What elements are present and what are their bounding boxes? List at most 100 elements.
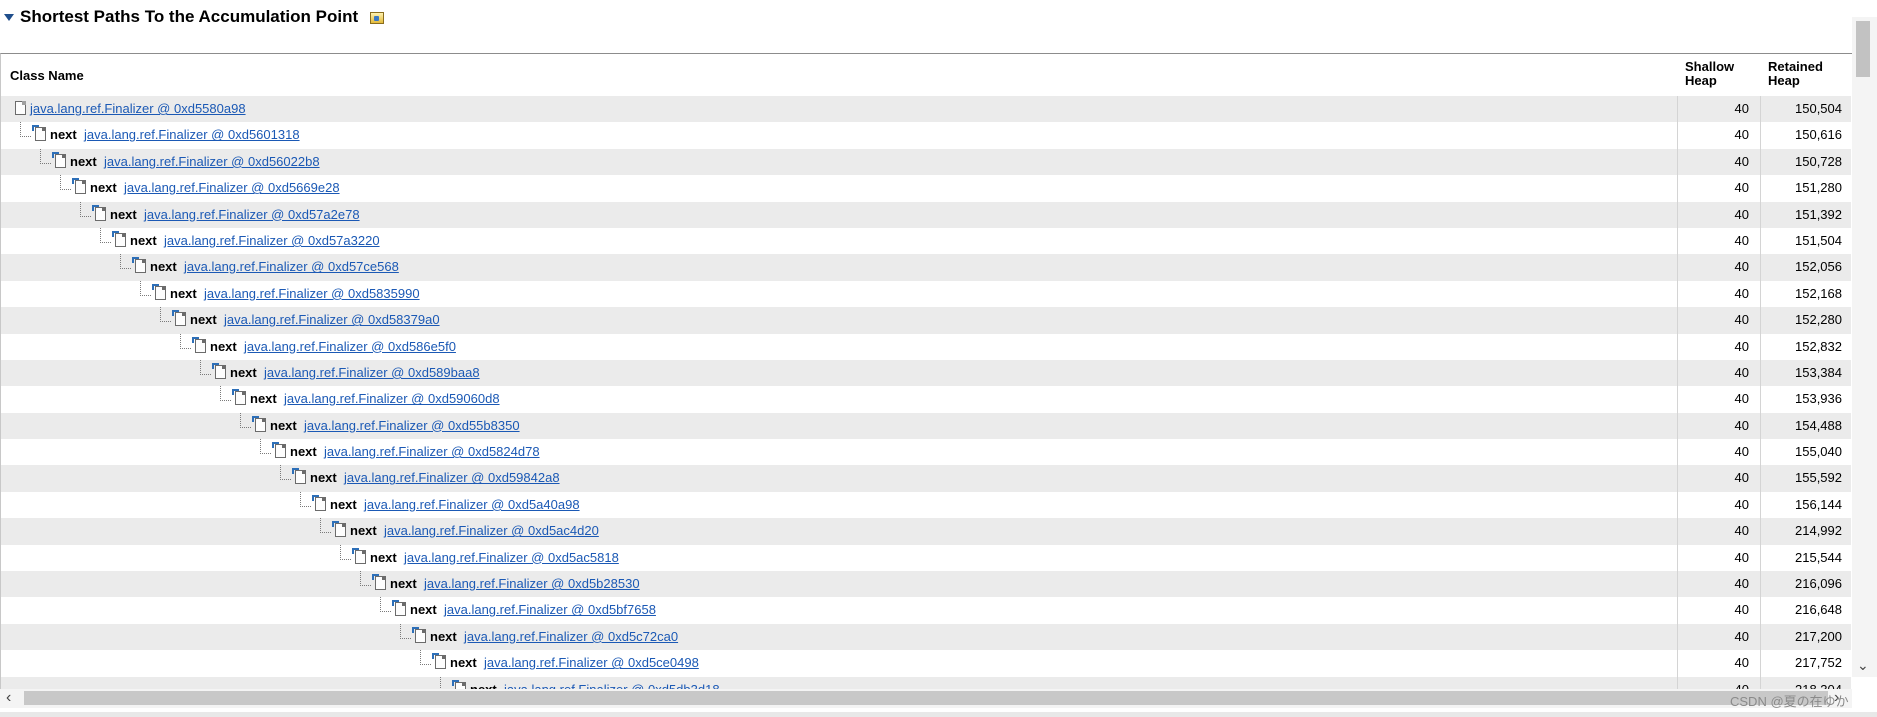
shallow-heap-cell: 40: [1677, 201, 1759, 228]
table-row[interactable]: next java.lang.ref.Finalizer @ 0xd59842a8…: [1, 465, 1851, 492]
field-name: next: [310, 470, 337, 486]
shallow-heap-cell: 40: [1677, 597, 1759, 624]
field-name: next: [390, 576, 417, 592]
object-link[interactable]: java.lang.ref.Finalizer @ 0xd5669e28: [124, 180, 340, 195]
table-row[interactable]: next java.lang.ref.Finalizer @ 0xd5a40a98…: [1, 491, 1851, 519]
table-row[interactable]: next java.lang.ref.Finalizer @ 0xd55b8350…: [1, 412, 1851, 440]
retained-heap-cell: 151,280: [1760, 175, 1851, 202]
table-row[interactable]: next java.lang.ref.Finalizer @ 0xd5c72ca0…: [1, 623, 1851, 651]
table-row[interactable]: next java.lang.ref.Finalizer @ 0xd59060d8…: [1, 386, 1851, 413]
object-link[interactable]: java.lang.ref.Finalizer @ 0xd57ce568: [184, 259, 399, 274]
retained-heap-cell: 151,392: [1760, 201, 1851, 228]
object-link[interactable]: java.lang.ref.Finalizer @ 0xd5ac5818: [404, 550, 619, 565]
retained-heap-cell: 215,544: [1760, 544, 1851, 572]
object-icon: [112, 230, 126, 247]
object-link[interactable]: java.lang.ref.Finalizer @ 0xd57a2e78: [144, 207, 360, 222]
object-icon: [312, 494, 326, 511]
retained-heap-cell: 216,096: [1760, 571, 1851, 598]
class-name-cell: java.lang.ref.Finalizer @ 0xd5580a98: [1, 96, 1676, 122]
shallow-heap-cell: 40: [1677, 359, 1759, 387]
horizontal-scrollbar[interactable]: ‹ ›: [0, 689, 1852, 708]
table-row[interactable]: next java.lang.ref.Finalizer @ 0xd57a3220…: [1, 227, 1851, 255]
object-link[interactable]: java.lang.ref.Finalizer @ 0xd5b28530: [424, 576, 640, 591]
object-icon: [292, 468, 306, 485]
vertical-scrollbar[interactable]: ⌄: [1852, 17, 1877, 677]
object-icon: [452, 679, 466, 689]
export-icon[interactable]: [370, 12, 384, 24]
object-icon: [352, 547, 366, 564]
table-row[interactable]: java.lang.ref.Finalizer @ 0xd5580a98 40 15…: [1, 96, 1851, 123]
field-name: next: [230, 364, 257, 380]
tree-connector: [180, 333, 191, 349]
field-name: next: [130, 232, 157, 248]
table-row[interactable]: next java.lang.ref.Finalizer @ 0xd5835990…: [1, 280, 1851, 308]
object-link[interactable]: java.lang.ref.Finalizer @ 0xd5db3d18: [504, 682, 720, 689]
object-link[interactable]: java.lang.ref.Finalizer @ 0xd5ce0498: [484, 655, 699, 670]
field-name: next: [330, 496, 357, 512]
field-name: next: [450, 655, 477, 671]
collapse-triangle-icon[interactable]: [4, 14, 14, 21]
object-icon: [72, 178, 86, 195]
object-link[interactable]: java.lang.ref.Finalizer @ 0xd55b8350: [304, 418, 520, 433]
table-row[interactable]: next java.lang.ref.Finalizer @ 0xd5601318…: [1, 122, 1851, 149]
table-row[interactable]: next java.lang.ref.Finalizer @ 0xd5ce0498…: [1, 650, 1851, 677]
table-header: Class Name Shallow Heap Retained Heap: [1, 54, 1851, 96]
object-link[interactable]: java.lang.ref.Finalizer @ 0xd5580a98: [30, 101, 246, 116]
retained-heap-cell: 154,488: [1760, 412, 1851, 440]
horizontal-scroll-thumb[interactable]: [24, 691, 1828, 705]
object-link[interactable]: java.lang.ref.Finalizer @ 0xd59842a8: [344, 470, 560, 485]
object-link[interactable]: java.lang.ref.Finalizer @ 0xd59060d8: [284, 391, 500, 406]
class-name-cell: next java.lang.ref.Finalizer @ 0xd5ac5818: [1, 544, 1676, 571]
object-icon: [92, 204, 106, 221]
tree-connector: [240, 412, 251, 428]
table-row[interactable]: next java.lang.ref.Finalizer @ 0xd589baa8…: [1, 359, 1851, 387]
tree-connector: [400, 623, 411, 639]
table-row[interactable]: next java.lang.ref.Finalizer @ 0xd5ac4d20…: [1, 518, 1851, 545]
class-name-cell: next java.lang.ref.Finalizer @ 0xd5b28530: [1, 571, 1676, 597]
table-row[interactable]: next java.lang.ref.Finalizer @ 0xd56022b8…: [1, 148, 1851, 176]
table-row[interactable]: next java.lang.ref.Finalizer @ 0xd5669e28…: [1, 175, 1851, 202]
field-name: next: [290, 444, 317, 460]
table-row[interactable]: next java.lang.ref.Finalizer @ 0xd58379a0…: [1, 307, 1851, 334]
object-link[interactable]: java.lang.ref.Finalizer @ 0xd57a3220: [164, 233, 380, 248]
object-link[interactable]: java.lang.ref.Finalizer @ 0xd5a40a98: [364, 497, 580, 512]
table-row[interactable]: next java.lang.ref.Finalizer @ 0xd5b28530…: [1, 571, 1851, 598]
table-row[interactable]: next java.lang.ref.Finalizer @ 0xd5bf7658…: [1, 597, 1851, 624]
shallow-heap-cell: 40: [1677, 280, 1759, 308]
vertical-scroll-thumb[interactable]: [1856, 21, 1870, 77]
tree-connector: [340, 544, 351, 560]
shallow-heap-cell: 40: [1677, 96, 1759, 123]
table-row[interactable]: next java.lang.ref.Finalizer @ 0xd5ac5818…: [1, 544, 1851, 572]
shallow-heap-cell: 40: [1677, 491, 1759, 519]
class-name-cell: next java.lang.ref.Finalizer @ 0xd5824d78: [1, 439, 1676, 465]
scroll-down-arrow-icon[interactable]: ⌄: [1857, 657, 1869, 674]
scroll-left-arrow-icon[interactable]: ‹: [6, 689, 11, 707]
object-link[interactable]: java.lang.ref.Finalizer @ 0xd5ac4d20: [384, 523, 599, 538]
object-link[interactable]: java.lang.ref.Finalizer @ 0xd589baa8: [264, 365, 480, 380]
object-icon: [412, 626, 426, 643]
class-name-cell: next java.lang.ref.Finalizer @ 0xd5835990: [1, 280, 1676, 307]
column-header-shallow-heap[interactable]: Shallow Heap: [1685, 60, 1755, 88]
object-link[interactable]: java.lang.ref.Finalizer @ 0xd5c72ca0: [464, 629, 678, 644]
table-row[interactable]: next java.lang.ref.Finalizer @ 0xd5db3d18…: [1, 676, 1851, 689]
table-row[interactable]: next java.lang.ref.Finalizer @ 0xd57ce568…: [1, 254, 1851, 281]
object-link[interactable]: java.lang.ref.Finalizer @ 0xd5bf7658: [444, 602, 656, 617]
object-link[interactable]: java.lang.ref.Finalizer @ 0xd5835990: [204, 286, 420, 301]
object-link[interactable]: java.lang.ref.Finalizer @ 0xd5824d78: [324, 444, 540, 459]
retained-heap-cell: 152,056: [1760, 254, 1851, 281]
column-header-class-name[interactable]: Class Name: [10, 68, 84, 83]
tree-connector: [20, 122, 31, 138]
object-link[interactable]: java.lang.ref.Finalizer @ 0xd56022b8: [104, 154, 320, 169]
field-name: next: [110, 206, 137, 222]
object-link[interactable]: java.lang.ref.Finalizer @ 0xd58379a0: [224, 312, 440, 327]
shallow-heap-cell: 40: [1677, 623, 1759, 651]
object-link[interactable]: java.lang.ref.Finalizer @ 0xd5601318: [84, 127, 300, 142]
table-row[interactable]: next java.lang.ref.Finalizer @ 0xd5824d78…: [1, 439, 1851, 466]
object-icon: [392, 600, 406, 617]
object-link[interactable]: java.lang.ref.Finalizer @ 0xd586e5f0: [244, 339, 456, 354]
field-name: next: [210, 338, 237, 354]
table-row[interactable]: next java.lang.ref.Finalizer @ 0xd586e5f0…: [1, 333, 1851, 360]
retained-heap-cell: 217,200: [1760, 623, 1851, 651]
column-header-retained-heap[interactable]: Retained Heap: [1768, 60, 1838, 88]
table-row[interactable]: next java.lang.ref.Finalizer @ 0xd57a2e78…: [1, 201, 1851, 228]
